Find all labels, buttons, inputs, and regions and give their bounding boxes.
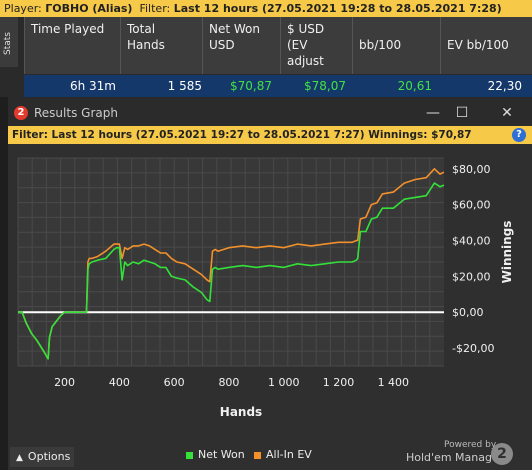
x-tick-label: 1 400 <box>378 376 410 389</box>
x-tick-label: 200 <box>54 376 75 389</box>
y-tick-label: $20,00 <box>452 270 491 283</box>
cell-ev-bb100: 22,30 <box>487 79 522 93</box>
x-tick-label: 1 200 <box>323 376 355 389</box>
y-tick-label: $0,00 <box>452 306 484 319</box>
legend-item-net-won: Net Won <box>186 448 245 461</box>
player-filter-bar: Player: ГОВНО (Alias) Filter: Last 12 ho… <box>0 0 532 17</box>
powered-by-text: Powered by <box>444 440 497 450</box>
window-titlebar[interactable]: 2 Results Graph — ☐ ✕ <box>8 100 532 126</box>
x-tick-label: 600 <box>164 376 185 389</box>
caret-up-icon: ▲ <box>16 453 23 463</box>
filter-value[interactable]: Last 12 hours (27.05.2021 19:28 to 28.05… <box>174 2 502 15</box>
y-tick-label: $40,00 <box>452 234 491 247</box>
cell-ev-adjusted: $78,07 <box>304 79 346 93</box>
help-icon[interactable]: ? <box>512 128 526 142</box>
col-header-bb100[interactable]: bb/100 <box>352 17 440 74</box>
maximize-button[interactable]: ☐ <box>451 102 473 124</box>
x-tick-label: 1 000 <box>268 376 300 389</box>
legend-label-net-won: Net Won <box>198 448 245 461</box>
options-button[interactable]: ▲ Options <box>10 447 74 467</box>
col-header-ev-bb100[interactable]: EV bb/100 <box>440 17 532 74</box>
x-axis-label: Hands <box>220 405 262 419</box>
y-tick-label: $60,00 <box>452 199 491 212</box>
graph-filter-text: Filter: Last 12 hours (27.05.2021 19:27 … <box>12 129 472 141</box>
y-tick-label: $80,00 <box>452 163 491 176</box>
hm2-brand-logo-icon: 2 <box>491 443 513 465</box>
player-value[interactable]: ГОВНО (Alias) <box>45 2 132 15</box>
left-panel-edge <box>0 97 8 470</box>
x-tick-label: 400 <box>109 376 130 389</box>
col-header-total-hands[interactable]: Total Hands <box>120 17 202 74</box>
net-won-swatch <box>186 451 193 459</box>
cell-bb100: 20,61 <box>397 79 432 93</box>
results-graph-window: 2 Results Graph — ☐ ✕ Filter: Last 12 ho… <box>8 100 532 470</box>
all-in-ev-swatch <box>254 451 261 459</box>
brand-text: Hold'em Manager <box>406 451 504 464</box>
cell-total-hands: 1 585 <box>167 79 202 93</box>
col-header-time-played[interactable]: Time Played <box>24 17 120 74</box>
options-label: Options <box>27 450 71 463</box>
col-header-net-won[interactable]: Net Won USD <box>202 17 280 74</box>
graph-footer: ▲ Options Net Won All-In EV Powered by Ho… <box>8 440 532 470</box>
close-button[interactable]: ✕ <box>496 102 518 124</box>
cell-time-played: 6h 31m <box>69 79 116 93</box>
filter-label: Filter: <box>139 2 171 15</box>
cell-net-won: $70,87 <box>230 79 272 93</box>
stats-tab-label: Stats <box>3 32 13 55</box>
stats-side-tab[interactable]: Stats <box>0 17 18 67</box>
legend-label-all-in-ev: All-In EV <box>266 448 312 461</box>
y-axis-label: Winnings <box>500 221 514 284</box>
y-tick-label: -$20,00 <box>452 342 494 355</box>
minimize-button[interactable]: — <box>422 102 444 124</box>
legend-item-all-in-ev: All-In EV <box>254 448 312 461</box>
window-title: Results Graph <box>34 106 118 120</box>
player-label: Player: <box>4 2 42 15</box>
graph-filter-bar: Filter: Last 12 hours (27.05.2021 19:27 … <box>8 126 532 144</box>
hm2-logo-icon: 2 <box>14 106 28 120</box>
col-header-ev-adjusted[interactable]: $ USD (EV adjust <box>280 17 352 74</box>
results-chart: 200 400 600 800 1 000 1 200 1 400 -$20,00 $0,00 $… <box>17 157 514 419</box>
x-tick-label: 800 <box>218 376 239 389</box>
